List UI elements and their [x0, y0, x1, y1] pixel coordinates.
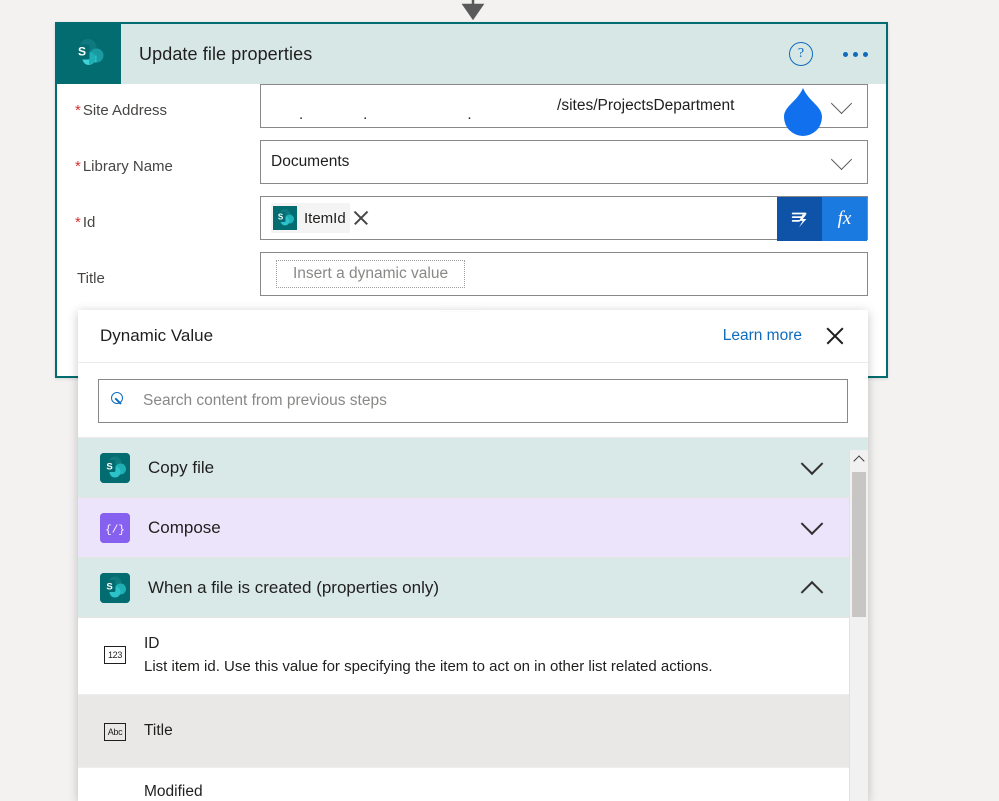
label-title: Title [77, 270, 105, 287]
required-marker: * [75, 214, 81, 231]
search-wrapper [78, 363, 868, 437]
site-address-value: /sites/ProjectsDepartment [557, 97, 735, 114]
form-row-library-name: * Library Name Documents [57, 140, 886, 196]
label-site-address: * Site Address [75, 102, 168, 119]
search-box[interactable] [98, 379, 848, 423]
group-label: Copy file [148, 457, 215, 477]
help-circle-icon[interactable]: ? [789, 42, 813, 66]
card-header-actions: ? [789, 24, 870, 84]
screen-root: S Update file properties ? * Site Address [0, 0, 999, 801]
label-id: * Id [75, 214, 96, 231]
token-description: List item id. Use this value for specify… [144, 658, 713, 675]
close-icon[interactable] [352, 209, 370, 227]
group-label: Compose [148, 517, 221, 537]
card-title: Update file properties [139, 43, 313, 64]
token-chip-itemid[interactable]: S ItemId [271, 203, 350, 233]
dynamic-content-icon[interactable] [777, 197, 822, 241]
library-name-value: Documents [271, 153, 350, 170]
panel-title: Dynamic Value [100, 326, 214, 345]
svg-text:{/}: {/} [105, 524, 125, 536]
svg-text:S: S [106, 461, 112, 472]
form-row-title: Title Insert a dynamic value [57, 252, 886, 308]
token-row-id[interactable]: 123 ID List item id. Use this value for … [78, 618, 868, 695]
form-row-site-address: * Site Address . . . /sites/ProjectsDepar… [57, 84, 886, 140]
chevron-up-icon[interactable] [850, 450, 868, 468]
svg-text:S: S [278, 213, 284, 222]
chevron-down-icon[interactable] [830, 148, 853, 170]
number-type-icon: 123 [104, 646, 126, 664]
arrow-down-icon [458, 0, 488, 21]
group-row-copy-file[interactable]: S Copy file [78, 438, 868, 498]
token-name: Title [144, 722, 173, 739]
group-row-when-a-file-is-created[interactable]: S When a file is created (properties onl… [78, 558, 868, 618]
sharepoint-icon: S [273, 206, 297, 230]
sharepoint-icon: S [100, 572, 130, 603]
sharepoint-icon: S [100, 452, 130, 483]
group-label: When a file is created (properties only) [148, 577, 440, 597]
close-icon[interactable] [824, 325, 846, 347]
chevron-up-icon[interactable] [800, 580, 824, 604]
required-marker: * [75, 158, 81, 175]
dynamic-value-list: S Copy file {/} Compose S When a file is… [78, 437, 868, 798]
svg-text:S: S [106, 581, 112, 592]
text-type-icon: Abc [104, 723, 126, 741]
insert-dynamic-value-placeholder[interactable]: Insert a dynamic value [276, 260, 466, 288]
token-row-modified[interactable]: Modified [78, 768, 868, 798]
token-name: ID [144, 635, 160, 652]
site-address-input[interactable]: . . . /sites/ProjectsDepartment [260, 84, 868, 128]
compose-icon: {/} [100, 512, 130, 543]
sharepoint-icon: S [57, 24, 121, 84]
library-name-input[interactable]: Documents [260, 140, 868, 184]
id-input[interactable]: S ItemId fx [260, 196, 868, 241]
label-library-name: * Library Name [75, 158, 173, 175]
scrollbar-thumb[interactable] [852, 472, 866, 617]
token-row-title[interactable]: Abc Title [78, 695, 868, 768]
form-row-id: * Id S ItemId fx [57, 196, 886, 252]
panel-scrollbar[interactable] [849, 450, 868, 801]
dynamic-value-header: Dynamic Value Learn more [78, 310, 868, 363]
svg-text:S: S [78, 45, 86, 59]
ellipsis-icon[interactable] [841, 46, 870, 63]
chevron-down-icon[interactable] [830, 92, 853, 114]
chevron-down-icon[interactable] [800, 451, 824, 475]
required-marker: * [75, 102, 81, 119]
chevron-down-icon[interactable] [800, 511, 824, 535]
fx-icon[interactable]: fx [822, 197, 867, 241]
panel-caret [440, 310, 484, 311]
dynamic-value-panel: Dynamic Value Learn more Search content … [78, 310, 868, 801]
search-input[interactable] [141, 391, 835, 411]
learn-more-link[interactable]: Learn more [723, 327, 802, 345]
card-body: * Site Address . . . /sites/ProjectsDepar… [57, 84, 886, 308]
id-field-buttons: fx [777, 197, 867, 241]
redacted-site-text: . . . [299, 106, 472, 123]
search-icon [111, 392, 129, 410]
group-row-compose[interactable]: {/} Compose [78, 498, 868, 558]
token-name: Modified [144, 783, 203, 798]
token-chip-label: ItemId [304, 209, 346, 227]
card-header: S Update file properties ? [57, 24, 886, 84]
